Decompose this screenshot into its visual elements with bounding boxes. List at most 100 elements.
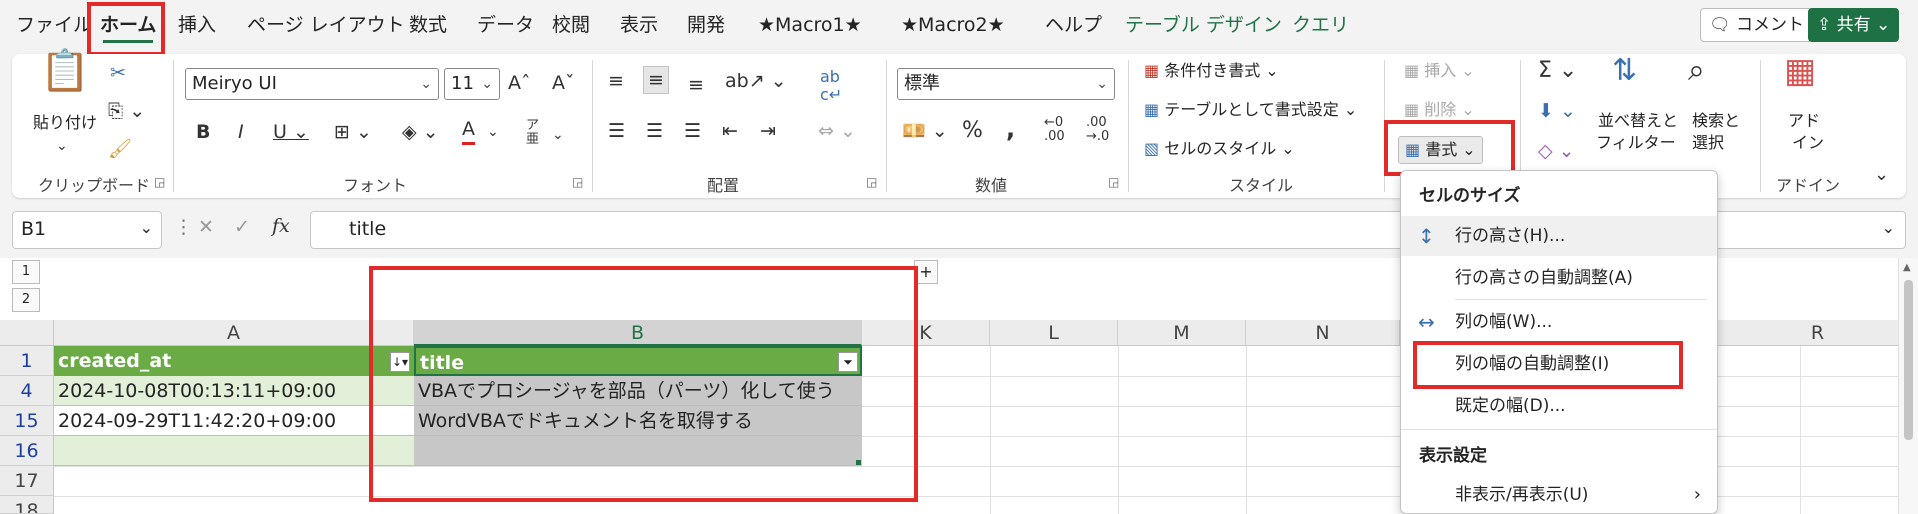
find-select-label-1[interactable]: 検索と (1692, 110, 1740, 132)
table-cell[interactable]: 2024-09-29T11:42:20+09:00 (54, 406, 414, 436)
decrease-font-icon[interactable]: Aˇ (552, 70, 575, 96)
tab-macro1[interactable]: ★Macro1★ (758, 0, 862, 51)
tab-file[interactable]: ファイル (16, 0, 92, 51)
addins-icon[interactable]: ▦ (1784, 54, 1816, 88)
fill-icon[interactable]: ⬇ ⌄ (1538, 98, 1576, 124)
sort-filter-label-2[interactable]: フィルター (1596, 132, 1676, 154)
row-header[interactable]: 17 (0, 466, 54, 496)
dialog-launcher-icon[interactable]: ◲ (1108, 175, 1119, 189)
table-cell[interactable] (54, 436, 414, 466)
italic-icon[interactable]: I (238, 119, 244, 145)
border-icon[interactable]: ⊞ ⌄ (334, 119, 372, 145)
collapse-ribbon-icon[interactable]: ⌄ (1874, 162, 1889, 188)
bold-icon[interactable]: B (196, 119, 210, 145)
row-header[interactable]: 1 (0, 346, 54, 376)
addins-label-2[interactable]: イン (1792, 132, 1824, 154)
cancel-icon[interactable]: ✕ (198, 214, 214, 240)
name-box[interactable]: B1 ⌄ (12, 211, 162, 249)
table-cell[interactable] (54, 466, 414, 496)
wrap-text-icon[interactable]: ab c↵ (820, 68, 842, 104)
align-bottom-icon[interactable]: ≡ (688, 72, 704, 98)
conditional-formatting-button[interactable]: ▦ 条件付き書式 ⌄ (1144, 60, 1279, 82)
addins-label-1[interactable]: アド (1788, 110, 1820, 132)
column-header-m[interactable]: M (1118, 320, 1246, 346)
tab-macro2[interactable]: ★Macro2★ (901, 0, 1005, 51)
row-header[interactable]: 18 (0, 496, 54, 514)
tab-formulas[interactable]: 数式 (409, 0, 447, 51)
dialog-launcher-icon[interactable]: ◲ (572, 175, 583, 189)
align-center-icon[interactable]: ☰ (646, 118, 663, 144)
paste-button[interactable]: 貼り付け (33, 112, 97, 134)
tab-view[interactable]: 表示 (620, 0, 658, 51)
menu-item-hide-unhide[interactable]: 非表示/再表示(U) › (1401, 475, 1717, 514)
underline-icon[interactable]: U ⌄ (273, 119, 309, 145)
enter-icon[interactable]: ✓ (234, 214, 250, 240)
scrollbar-thumb[interactable] (1904, 280, 1913, 440)
sort-filter-label-1[interactable]: 並べ替えと (1598, 110, 1678, 132)
vertical-scrollbar[interactable]: ▲ (1898, 258, 1918, 514)
comment-button[interactable]: 🗨 コメント (1700, 8, 1813, 42)
column-header-l[interactable]: L (990, 320, 1118, 346)
row-header[interactable]: 4 (0, 376, 54, 406)
tab-table-design[interactable]: テーブル デザイン (1125, 0, 1282, 51)
tab-developer[interactable]: 開発 (687, 0, 725, 51)
accounting-format-icon[interactable]: 💴 ⌄ (902, 118, 948, 144)
cell-styles-button[interactable]: ▧ セルのスタイル ⌄ (1144, 138, 1295, 160)
row-header[interactable]: 15 (0, 406, 54, 436)
column-header-n[interactable]: N (1246, 320, 1400, 346)
menu-item-default-width[interactable]: 既定の幅(D)... (1401, 386, 1717, 426)
column-header-r[interactable]: R (1718, 320, 1918, 346)
tab-review[interactable]: 校閲 (552, 0, 590, 51)
fill-color-icon[interactable]: ◈ ⌄ (402, 119, 439, 145)
copy-icon[interactable]: ⎘ ⌄ (108, 98, 145, 124)
tab-help[interactable]: ヘルプ (1045, 0, 1102, 51)
clear-icon[interactable]: ◇ ⌄ (1538, 138, 1575, 164)
delete-cells-button[interactable]: ▦ 削除 ⌄ (1404, 99, 1475, 121)
font-color-icon[interactable]: A (462, 116, 475, 145)
find-select-icon[interactable]: ⌕ (1688, 56, 1705, 86)
select-all-corner[interactable] (0, 320, 54, 346)
align-left-icon[interactable]: ☰ (608, 118, 625, 144)
autosum-icon[interactable]: Σ ⌄ (1538, 58, 1577, 84)
format-as-table-button[interactable]: ▦ テーブルとして書式設定 ⌄ (1144, 99, 1357, 121)
dialog-launcher-icon[interactable]: ◲ (154, 175, 165, 189)
find-select-label-2[interactable]: 選択 (1692, 132, 1724, 154)
outline-level-2[interactable]: 2 (12, 288, 40, 312)
decrease-indent-icon[interactable]: ⇤ (722, 118, 738, 144)
font-size-combo[interactable]: 11 ⌄ (444, 68, 500, 100)
chevron-down-icon[interactable]: ⌄ (56, 133, 68, 159)
phonetic-guide-icon[interactable]: ア亜 (526, 119, 539, 147)
tab-insert[interactable]: 挿入 (178, 0, 216, 51)
decrease-decimal-icon[interactable]: .00 →.0 (1086, 116, 1109, 144)
comma-style-icon[interactable]: , (1006, 116, 1015, 142)
tab-data[interactable]: データ (477, 0, 534, 51)
number-format-combo[interactable]: 標準 ⌄ (897, 68, 1115, 100)
percent-icon[interactable]: % (962, 118, 983, 144)
share-button[interactable]: ⇪ 共有 ⌄ (1808, 8, 1900, 42)
menu-item-row-height[interactable]: ↕ 行の高さ(H)... (1401, 216, 1717, 256)
increase-indent-icon[interactable]: ⇥ (760, 118, 776, 144)
format-painter-icon[interactable]: 🖌 (108, 136, 132, 162)
cut-icon[interactable]: ✂ (110, 60, 126, 86)
table-header-cell[interactable]: created_at (54, 346, 414, 376)
outline-level-1[interactable]: 1 (12, 260, 40, 284)
increase-font-icon[interactable]: Aˆ (508, 70, 531, 96)
table-cell[interactable]: 2024-10-08T00:13:11+09:00 (54, 376, 414, 406)
tab-page-layout[interactable]: ページ レイアウト (247, 0, 405, 51)
chevron-down-icon[interactable]: ⌄ (487, 119, 499, 145)
insert-cells-button[interactable]: ▦ 挿入 ⌄ (1404, 60, 1475, 82)
chevron-down-icon[interactable]: ⌄ (552, 122, 564, 148)
align-right-icon[interactable]: ☰ (684, 118, 701, 144)
column-header-a[interactable]: A (54, 320, 414, 346)
orientation-icon[interactable]: ab↗ ⌄ (725, 68, 787, 94)
tab-query[interactable]: クエリ (1292, 0, 1349, 51)
row-header[interactable]: 16 (0, 436, 54, 466)
insert-function-icon[interactable]: fx (272, 213, 290, 239)
align-top-icon[interactable]: ≡ (608, 68, 624, 94)
sort-filter-icon[interactable]: ⇅ (1612, 56, 1637, 86)
menu-item-autofit-row-height[interactable]: 行の高さの自動調整(A) (1401, 258, 1717, 298)
increase-decimal-icon[interactable]: ←0.00 (1044, 116, 1065, 144)
menu-item-column-width[interactable]: ↔ 列の幅(W)... (1401, 302, 1717, 342)
dialog-launcher-icon[interactable]: ◲ (866, 175, 877, 189)
merge-center-icon[interactable]: ⇔ ⌄ (818, 118, 856, 144)
